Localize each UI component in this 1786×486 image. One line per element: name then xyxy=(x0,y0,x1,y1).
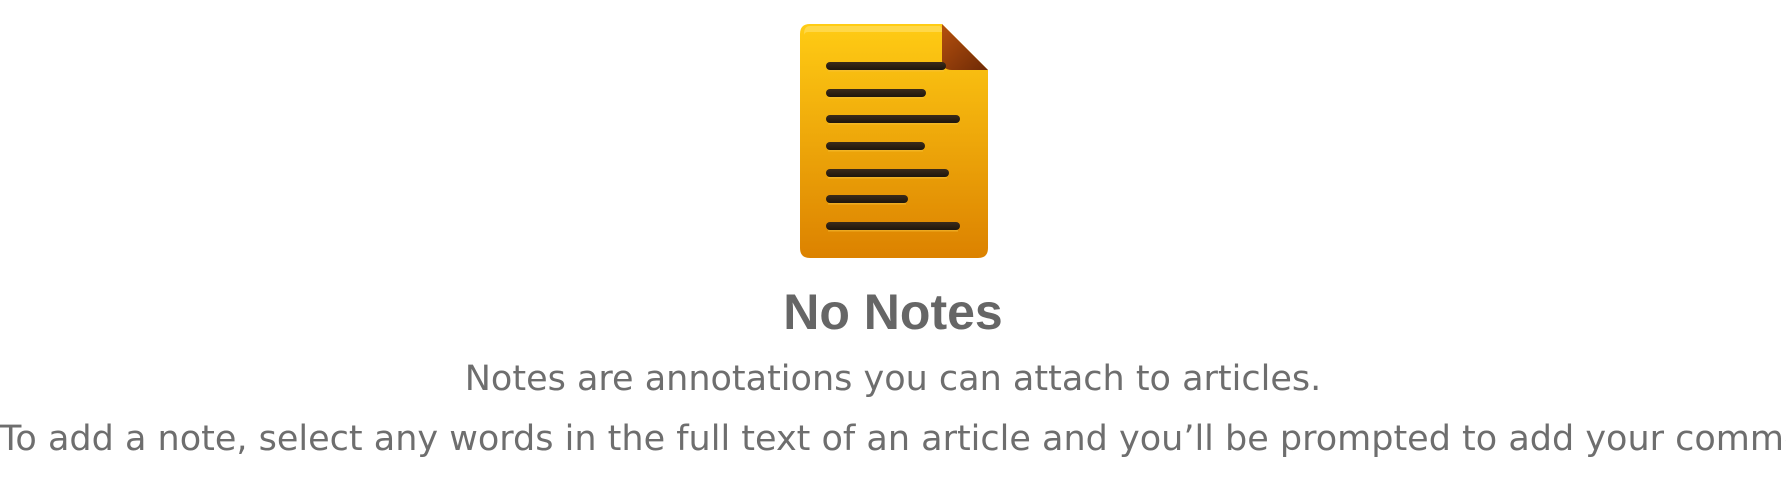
empty-state-panel: No Notes Notes are annotations you can a… xyxy=(0,0,1786,486)
empty-state-instructions: To add a note, select any words in the f… xyxy=(0,419,1786,459)
note-document-icon xyxy=(800,24,988,258)
empty-state-title: No Notes xyxy=(783,284,1003,340)
empty-state-subtitle: Notes are annotations you can attach to … xyxy=(464,359,1322,399)
